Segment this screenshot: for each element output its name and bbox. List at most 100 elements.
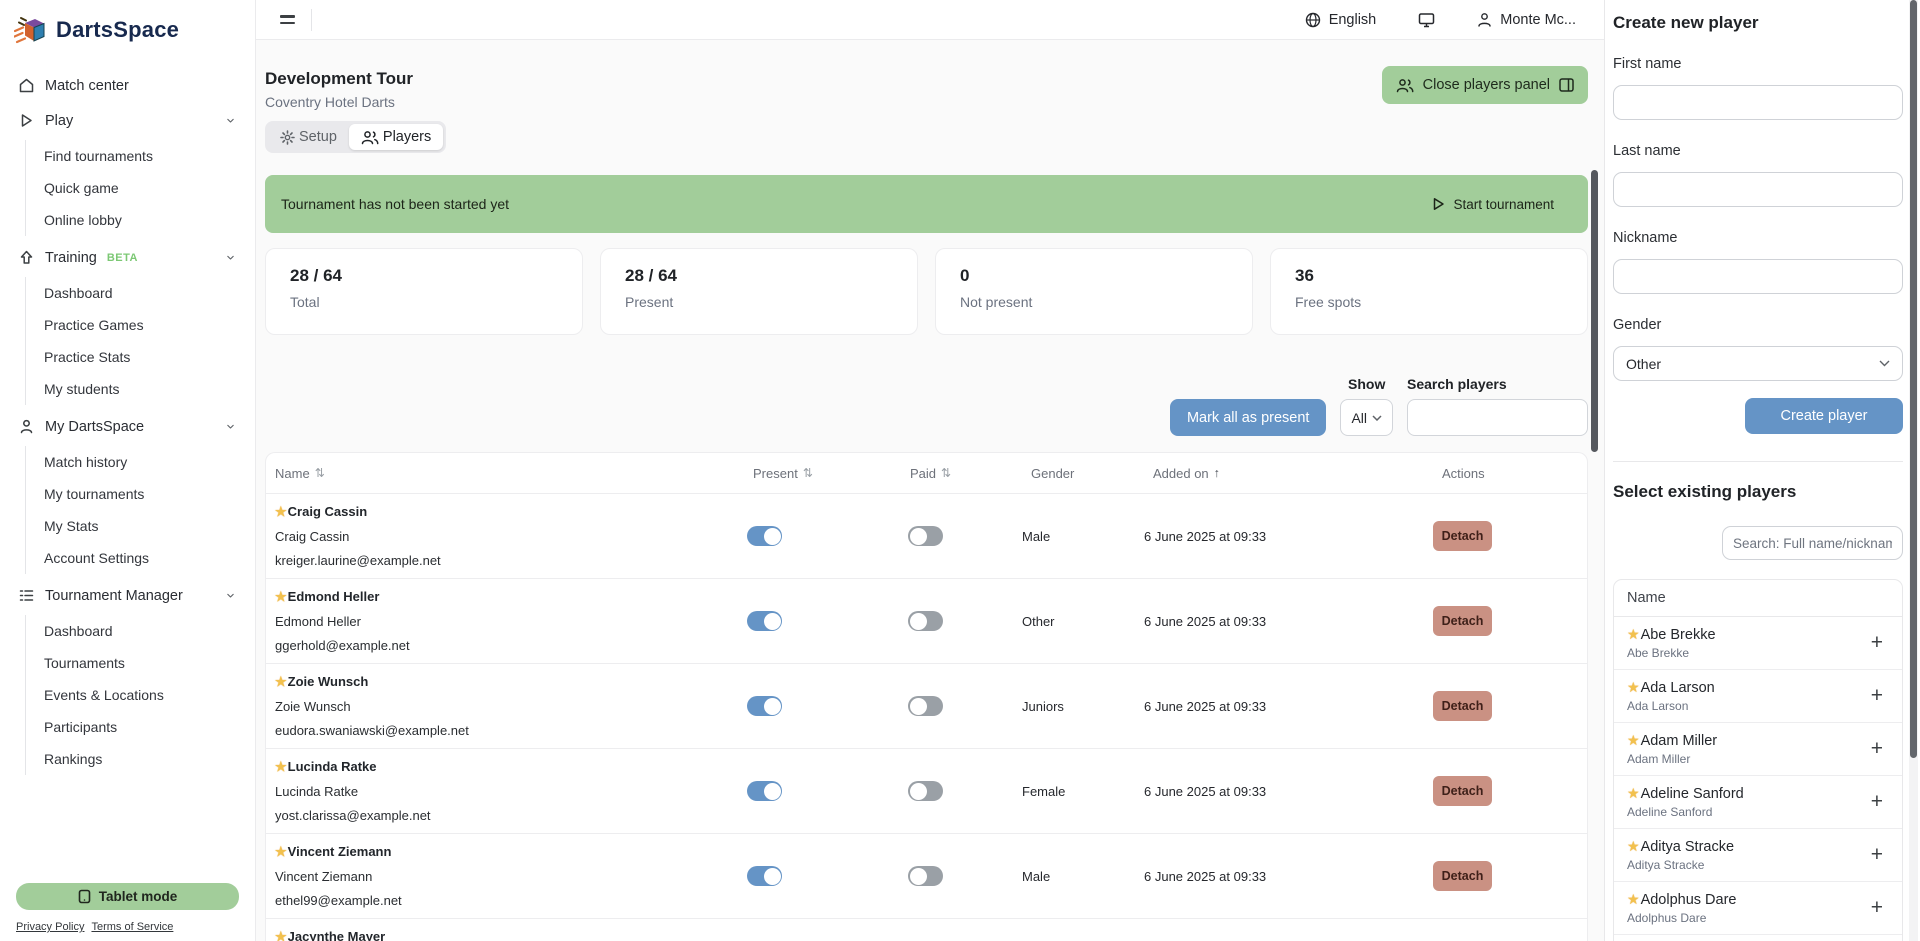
sidebar-item-online-lobby[interactable]: Online lobby <box>26 204 247 236</box>
existing-player-nickname: Adeline Sanford <box>1627 805 1744 819</box>
column-label: Paid <box>910 466 936 481</box>
search-players-input[interactable] <box>1407 399 1588 436</box>
sidebar-item-dashboard[interactable]: Dashboard <box>26 277 247 309</box>
paid-toggle[interactable] <box>908 696 943 716</box>
present-toggle[interactable] <box>747 526 782 546</box>
existing-player-nickname: Abe Brekke <box>1627 646 1716 660</box>
footer-link-terms-of-service[interactable]: Terms of Service <box>91 921 173 933</box>
tab-setup-label: Setup <box>299 129 337 145</box>
sidebar-item-my-stats[interactable]: My Stats <box>26 510 247 542</box>
sidebar-item-my-students[interactable]: My students <box>26 373 247 405</box>
existing-player-nickname: Adolphus Dare <box>1627 911 1736 925</box>
players-side-panel: Create new player First name Last name N… <box>1604 0 1920 941</box>
sidebar-toggle-button[interactable] <box>276 11 299 28</box>
gear-icon <box>280 130 295 145</box>
column-label: Present <box>753 466 798 481</box>
player-added-on: 6 June 2025 at 09:33 <box>1144 869 1433 884</box>
column-header-paid[interactable]: Paid⇅ <box>901 466 1022 481</box>
column-header-name[interactable]: Name⇅ <box>266 466 744 481</box>
add-player-button[interactable]: + <box>1865 631 1889 655</box>
column-header-added-on[interactable]: Added on↑ <box>1144 466 1433 481</box>
star-icon: ★ <box>1627 891 1640 907</box>
show-filter-select[interactable]: All <box>1340 399 1393 436</box>
detach-button[interactable]: Detach <box>1433 861 1492 891</box>
existing-player-row: ★Ada LarsonAda Larson+ <box>1614 670 1902 723</box>
last-name-field[interactable] <box>1613 172 1903 207</box>
existing-players-search-input[interactable] <box>1722 526 1903 560</box>
footer-link-privacy-policy[interactable]: Privacy Policy <box>16 921 84 933</box>
sidebar-item-match-center[interactable]: Match center <box>8 68 247 103</box>
display-mode-button[interactable] <box>1418 12 1435 28</box>
column-label: Gender <box>1031 466 1074 481</box>
player-gender: Juniors <box>1022 699 1144 714</box>
panel-divider <box>1613 461 1903 462</box>
panel-scrollbar[interactable] <box>1909 0 1918 941</box>
paid-toggle[interactable] <box>908 526 943 546</box>
beta-badge: BETA <box>107 252 138 264</box>
column-header-present[interactable]: Present⇅ <box>744 466 901 481</box>
sidebar-item-account-settings[interactable]: Account Settings <box>26 542 247 574</box>
star-icon: ★ <box>1627 679 1640 695</box>
chevron-down-icon <box>224 251 237 264</box>
paid-toggle[interactable] <box>908 866 943 886</box>
sidebar-item-play[interactable]: Play <box>8 103 247 138</box>
user-menu[interactable]: Monte Mc... <box>1477 12 1576 28</box>
stat-label: Free spots <box>1295 294 1563 310</box>
existing-player-nickname: Ada Larson <box>1627 699 1715 713</box>
add-player-button[interactable]: + <box>1865 684 1889 708</box>
paid-toggle[interactable] <box>908 611 943 631</box>
sidebar-item-my-dartsspace[interactable]: My DartsSpace <box>8 409 247 444</box>
present-toggle[interactable] <box>747 781 782 801</box>
gender-select[interactable]: Other <box>1613 346 1903 381</box>
sidebar-item-my-tournaments[interactable]: My tournaments <box>26 478 247 510</box>
tab-players-label: Players <box>383 129 431 145</box>
add-player-button[interactable]: + <box>1865 790 1889 814</box>
sidebar-item-events-locations[interactable]: Events & Locations <box>26 679 247 711</box>
present-toggle[interactable] <box>747 866 782 886</box>
sidebar-item-practice-stats[interactable]: Practice Stats <box>26 341 247 373</box>
paid-toggle[interactable] <box>908 781 943 801</box>
sidebar-item-dashboard[interactable]: Dashboard <box>26 615 247 647</box>
column-label: Actions <box>1442 466 1485 481</box>
tab-setup[interactable]: Setup <box>268 124 349 150</box>
nickname-field[interactable] <box>1613 259 1903 294</box>
first-name-field[interactable] <box>1613 85 1903 120</box>
tab-players[interactable]: Players <box>349 124 443 150</box>
close-players-panel-button[interactable]: Close players panel <box>1382 66 1588 104</box>
detach-button[interactable]: Detach <box>1433 606 1492 636</box>
sidebar-item-practice-games[interactable]: Practice Games <box>26 309 247 341</box>
player-full-name: Craig Cassin <box>275 530 744 544</box>
existing-player-row: ★Adam MillerAdam Miller+ <box>1614 723 1902 776</box>
tablet-mode-button[interactable]: Tablet mode <box>16 883 239 910</box>
sidebar-item-rankings[interactable]: Rankings <box>26 743 247 775</box>
language-selector[interactable]: English <box>1305 12 1377 28</box>
sidebar-item-tournament-manager[interactable]: Tournament Manager <box>8 578 247 613</box>
detach-button[interactable]: Detach <box>1433 776 1492 806</box>
create-player-button[interactable]: Create player <box>1745 398 1903 434</box>
add-player-button[interactable]: + <box>1865 896 1889 920</box>
sidebar-item-tournaments[interactable]: Tournaments <box>26 647 247 679</box>
list-icon <box>18 587 35 604</box>
users-icon <box>361 130 379 145</box>
toggle-knob <box>764 868 781 885</box>
detach-button[interactable]: Detach <box>1433 521 1492 551</box>
sidebar-item-training[interactable]: TrainingBETA <box>8 240 247 275</box>
sidebar-item-match-history[interactable]: Match history <box>26 446 247 478</box>
start-tournament-button[interactable]: Start tournament <box>1432 197 1554 212</box>
add-player-button[interactable]: + <box>1865 737 1889 761</box>
toggle-knob <box>910 698 927 715</box>
app-logo[interactable]: DartsSpace <box>0 0 255 56</box>
sidebar-item-participants[interactable]: Participants <box>26 711 247 743</box>
main-scrollbar-thumb[interactable] <box>1591 170 1598 452</box>
present-toggle[interactable] <box>747 696 782 716</box>
present-toggle[interactable] <box>747 611 782 631</box>
add-player-button[interactable]: + <box>1865 843 1889 867</box>
column-header-actions: Actions <box>1433 466 1587 481</box>
page-title: Development Tour <box>265 69 413 89</box>
panel-scrollbar-thumb[interactable] <box>1910 0 1917 758</box>
sidebar-item-find-tournaments[interactable]: Find tournaments <box>26 140 247 172</box>
mark-all-present-button[interactable]: Mark all as present <box>1170 399 1327 436</box>
star-icon: ★ <box>275 504 287 519</box>
sidebar-item-quick-game[interactable]: Quick game <box>26 172 247 204</box>
detach-button[interactable]: Detach <box>1433 691 1492 721</box>
